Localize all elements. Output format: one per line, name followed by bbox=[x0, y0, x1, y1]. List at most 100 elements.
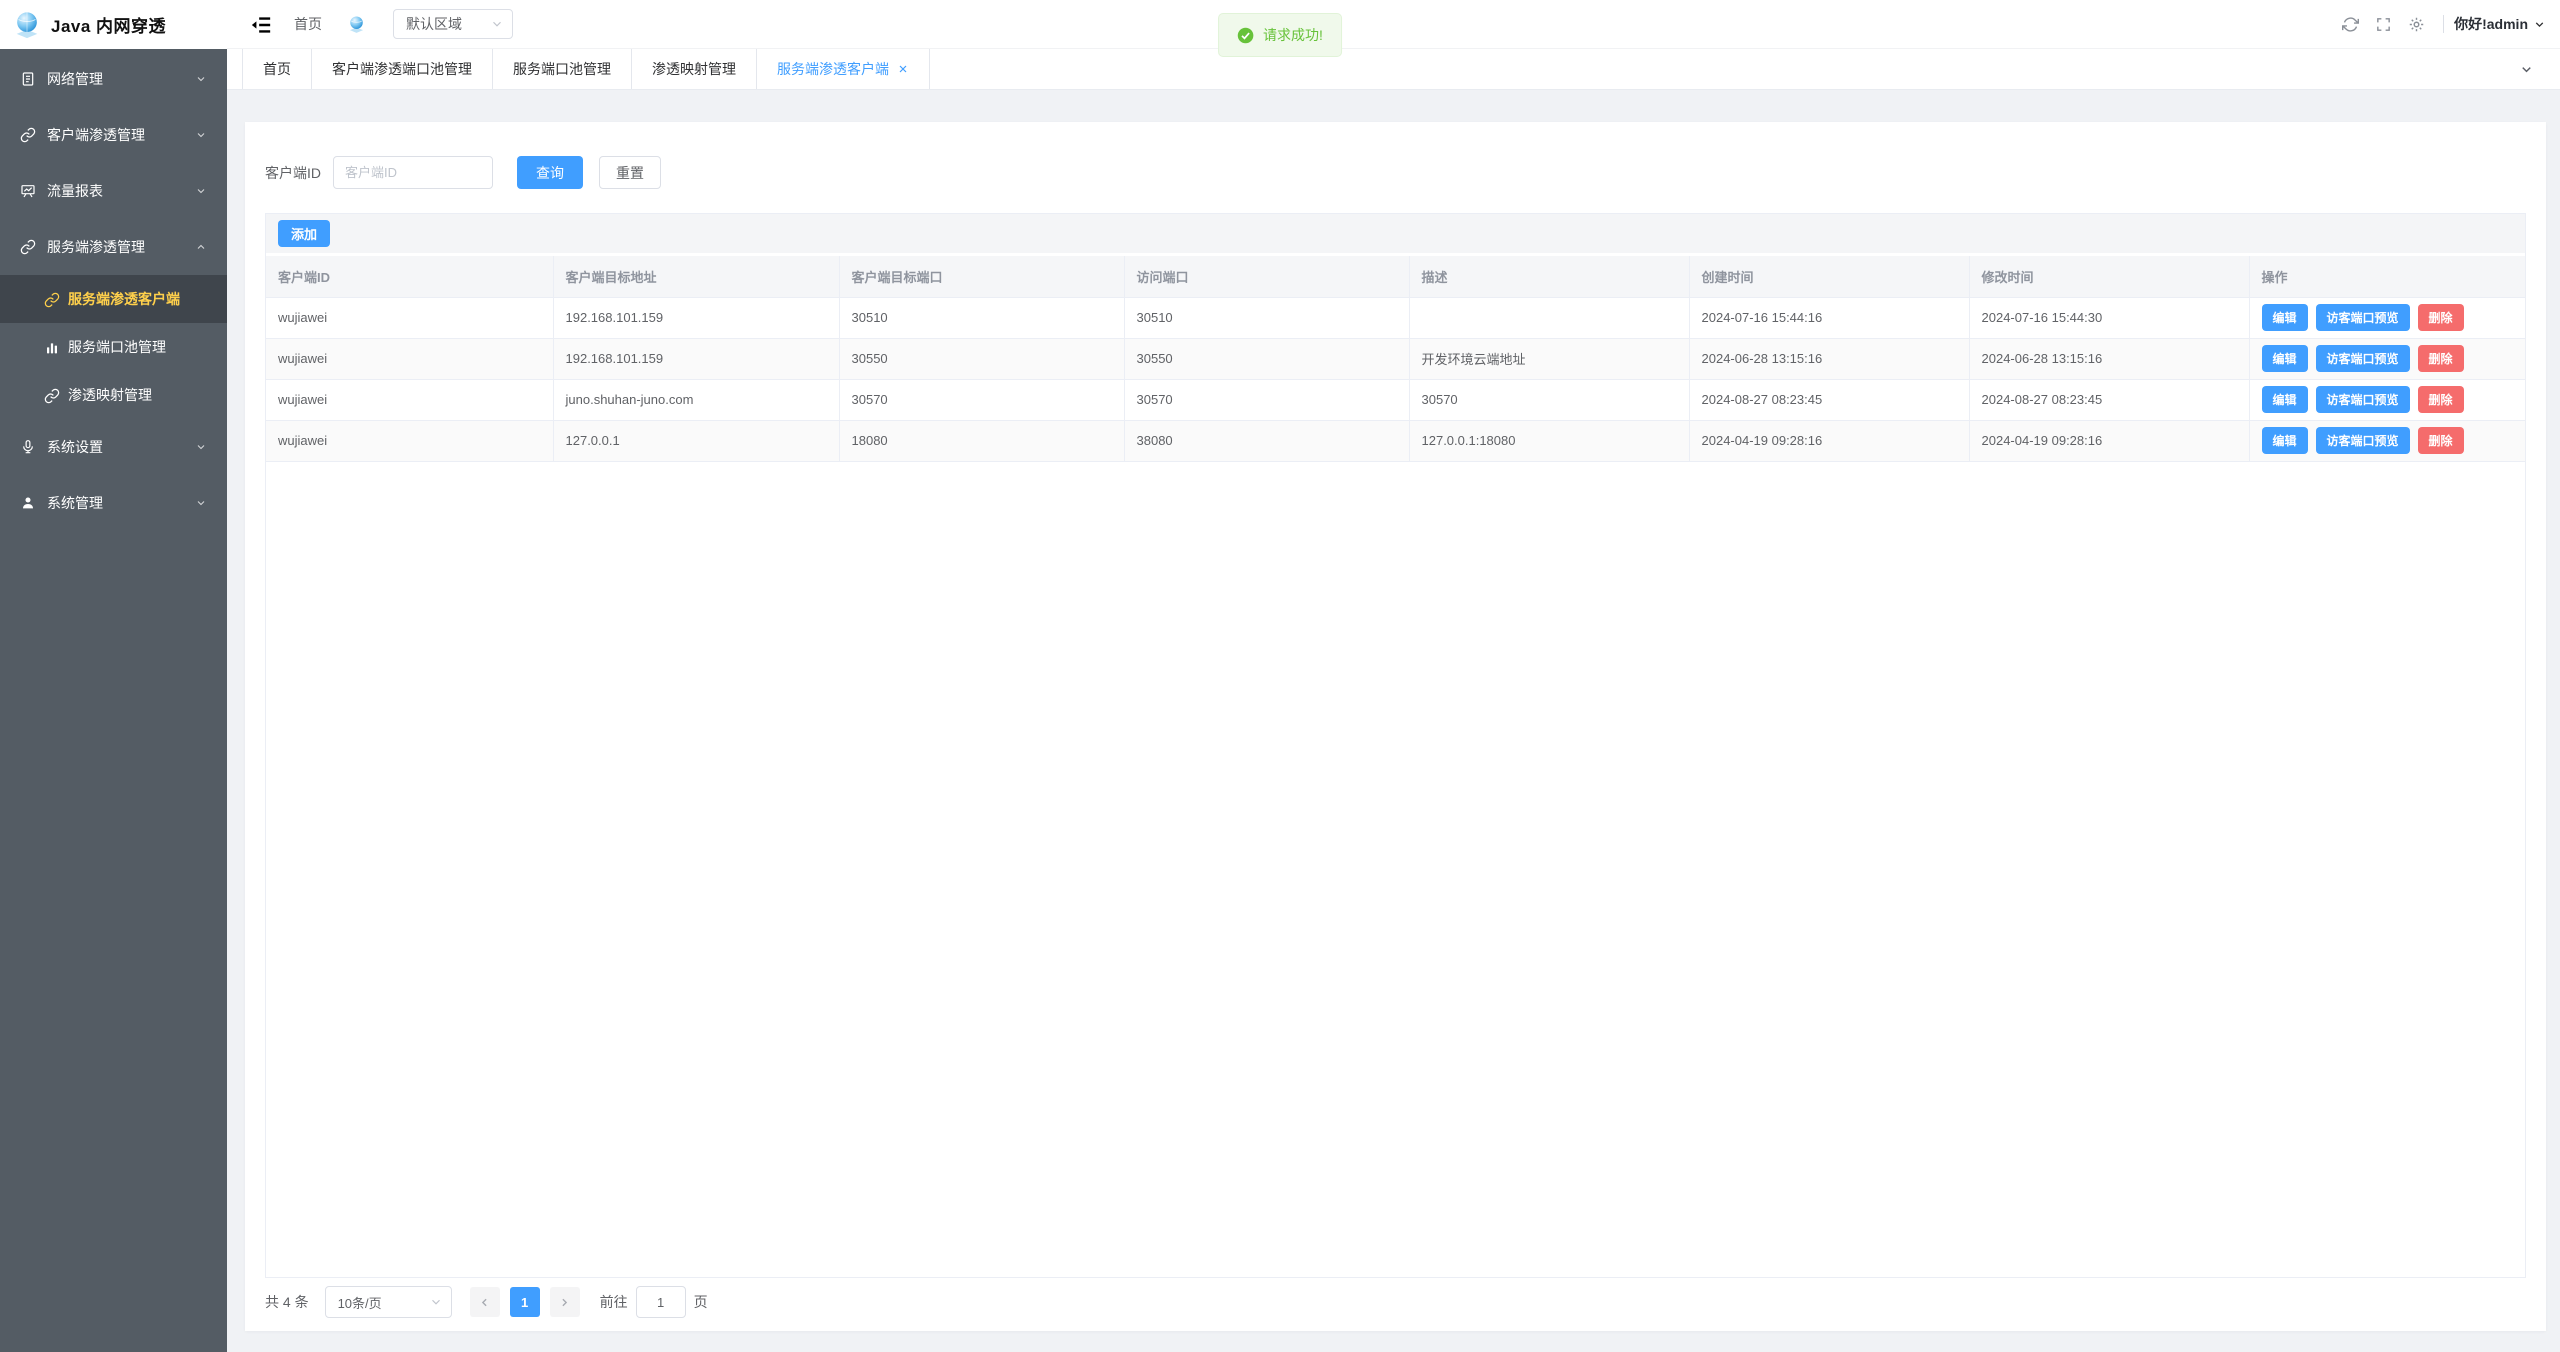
cell-modified: 2024-04-19 09:28:16 bbox=[1969, 420, 2249, 461]
chevron-right-icon bbox=[558, 1296, 571, 1309]
sidebar-subitem-label: 服务端口池管理 bbox=[68, 337, 166, 357]
column-header: 描述 bbox=[1409, 256, 1689, 297]
column-header: 客户端目标地址 bbox=[553, 256, 839, 297]
tab-1[interactable]: 客户端渗透端口池管理 bbox=[312, 49, 493, 89]
cell-client_id: wujiawei bbox=[266, 420, 553, 461]
topbar-divider bbox=[2443, 15, 2444, 33]
cell-target_port: 18080 bbox=[839, 420, 1124, 461]
cell-desc: 开发环境云端地址 bbox=[1409, 338, 1689, 379]
cell-actions: 编辑访客端口预览删除 bbox=[2249, 297, 2525, 338]
refresh-icon[interactable] bbox=[2342, 16, 2359, 33]
visitor-port-preview-button[interactable]: 访客端口预览 bbox=[2316, 304, 2410, 331]
row-actions: 编辑访客端口预览删除 bbox=[2262, 386, 2514, 413]
chevron-down-icon bbox=[195, 185, 207, 197]
previous-page-button[interactable] bbox=[470, 1287, 500, 1317]
sidebar-subitem[interactable]: 服务端渗透客户端 bbox=[0, 275, 227, 323]
column-header: 访问端口 bbox=[1124, 256, 1409, 297]
sidebar-item[interactable]: 服务端渗透管理 bbox=[0, 219, 227, 275]
sidebar-item-label: 系统设置 bbox=[47, 437, 195, 457]
link-icon bbox=[44, 292, 58, 306]
sidebar-item[interactable]: 网络管理 bbox=[0, 51, 227, 107]
next-page-button[interactable] bbox=[550, 1287, 580, 1317]
column-header: 客户端ID bbox=[266, 256, 553, 297]
sidebar-item-label: 服务端渗透管理 bbox=[47, 237, 195, 257]
cell-desc: 30570 bbox=[1409, 379, 1689, 420]
search-form: 客户端ID 查询 重置 bbox=[265, 156, 2526, 189]
link-icon bbox=[20, 239, 36, 255]
cell-target_port: 30570 bbox=[839, 379, 1124, 420]
cell-client_id: wujiawei bbox=[266, 338, 553, 379]
content-card: 客户端ID 查询 重置 添加 客户端ID客户端目标地址客户端目标端口访问端口描述… bbox=[245, 122, 2546, 1331]
add-button[interactable]: 添加 bbox=[278, 220, 330, 247]
sidebar-item[interactable]: 系统设置 bbox=[0, 419, 227, 475]
table-row: wujiawei127.0.0.11808038080127.0.0.1:180… bbox=[266, 420, 2525, 461]
sidebar-collapse-icon[interactable] bbox=[250, 14, 272, 34]
cell-created: 2024-06-28 13:15:16 bbox=[1689, 338, 1969, 379]
check-circle-icon bbox=[1237, 27, 1254, 44]
tab-list-chevron-down-icon[interactable] bbox=[2519, 62, 2534, 77]
cell-modified: 2024-06-28 13:15:16 bbox=[1969, 338, 2249, 379]
cell-target_addr: 192.168.101.159 bbox=[553, 297, 839, 338]
page-number-button[interactable]: 1 bbox=[510, 1287, 540, 1317]
sidebar-item[interactable]: 系统管理 bbox=[0, 475, 227, 531]
sidebar-subitem[interactable]: 渗透映射管理 bbox=[0, 371, 227, 419]
pagination: 共 4 条 10条/页 1 前往 页 bbox=[265, 1286, 2526, 1318]
reset-button[interactable]: 重置 bbox=[599, 156, 661, 189]
fullscreen-icon[interactable] bbox=[2375, 16, 2392, 33]
success-toast: 请求成功! bbox=[1218, 13, 1342, 57]
edit-button[interactable]: 编辑 bbox=[2262, 345, 2308, 372]
cell-actions: 编辑访客端口预览删除 bbox=[2249, 338, 2525, 379]
page-size-select[interactable]: 10条/页 bbox=[325, 1286, 452, 1318]
visitor-port-preview-button[interactable]: 访客端口预览 bbox=[2316, 427, 2410, 454]
app-mini-logo-icon bbox=[347, 15, 366, 34]
region-select-value: 默认区域 bbox=[406, 14, 490, 34]
sidebar-subitem[interactable]: 服务端口池管理 bbox=[0, 323, 227, 371]
breadcrumb[interactable]: 首页 bbox=[294, 14, 322, 34]
edit-button[interactable]: 编辑 bbox=[2262, 304, 2308, 331]
tab-0[interactable]: 首页 bbox=[242, 49, 312, 89]
table-row: wujiawei192.168.101.15930510305102024-07… bbox=[266, 297, 2525, 338]
sidebar-item[interactable]: 流量报表 bbox=[0, 163, 227, 219]
tab-2[interactable]: 服务端口池管理 bbox=[493, 49, 632, 89]
column-header: 操作 bbox=[2249, 256, 2525, 297]
edit-button[interactable]: 编辑 bbox=[2262, 427, 2308, 454]
delete-button[interactable]: 删除 bbox=[2418, 386, 2464, 413]
goto-page-input[interactable] bbox=[636, 1286, 686, 1318]
edit-button[interactable]: 编辑 bbox=[2262, 386, 2308, 413]
cell-created: 2024-08-27 08:23:45 bbox=[1689, 379, 1969, 420]
bar-chart-icon bbox=[44, 340, 58, 354]
cell-modified: 2024-07-16 15:44:30 bbox=[1969, 297, 2249, 338]
column-header: 修改时间 bbox=[1969, 256, 2249, 297]
cell-access_port: 30550 bbox=[1124, 338, 1409, 379]
visitor-port-preview-button[interactable]: 访客端口预览 bbox=[2316, 386, 2410, 413]
table-toolbar: 添加 bbox=[266, 214, 2525, 256]
app-logo-icon bbox=[12, 10, 42, 40]
query-button[interactable]: 查询 bbox=[517, 156, 583, 189]
settings-icon[interactable] bbox=[2408, 16, 2425, 33]
delete-button[interactable]: 删除 bbox=[2418, 345, 2464, 372]
table-header-row: 客户端ID客户端目标地址客户端目标端口访问端口描述创建时间修改时间操作 bbox=[266, 256, 2525, 297]
client-id-input[interactable] bbox=[333, 156, 493, 189]
chevron-down-icon bbox=[195, 497, 207, 509]
delete-button[interactable]: 删除 bbox=[2418, 304, 2464, 331]
user-menu[interactable]: 你好!admin bbox=[2454, 14, 2546, 34]
app-title: Java 内网穿透 bbox=[51, 12, 166, 37]
tab-label: 服务端口池管理 bbox=[513, 59, 611, 79]
visitor-port-preview-button[interactable]: 访客端口预览 bbox=[2316, 345, 2410, 372]
delete-button[interactable]: 删除 bbox=[2418, 427, 2464, 454]
close-icon[interactable] bbox=[897, 63, 909, 75]
page-suffix-label: 页 bbox=[694, 1292, 708, 1312]
sidebar-item[interactable]: 客户端渗透管理 bbox=[0, 107, 227, 163]
topbar: 首页 默认区域 bbox=[227, 0, 2560, 49]
tab-3[interactable]: 渗透映射管理 bbox=[632, 49, 757, 89]
cell-created: 2024-07-16 15:44:16 bbox=[1689, 297, 1969, 338]
chevron-down-icon bbox=[195, 129, 207, 141]
chevron-down-icon bbox=[195, 73, 207, 85]
region-select[interactable]: 默认区域 bbox=[393, 9, 513, 39]
chevron-up-icon bbox=[195, 241, 207, 253]
tab-active[interactable]: 服务端渗透客户端 bbox=[757, 49, 930, 89]
chevron-down-icon bbox=[429, 1295, 443, 1309]
board-icon bbox=[20, 183, 36, 199]
data-table: 客户端ID客户端目标地址客户端目标端口访问端口描述创建时间修改时间操作 wuji… bbox=[266, 256, 2525, 462]
cell-target_addr: 192.168.101.159 bbox=[553, 338, 839, 379]
